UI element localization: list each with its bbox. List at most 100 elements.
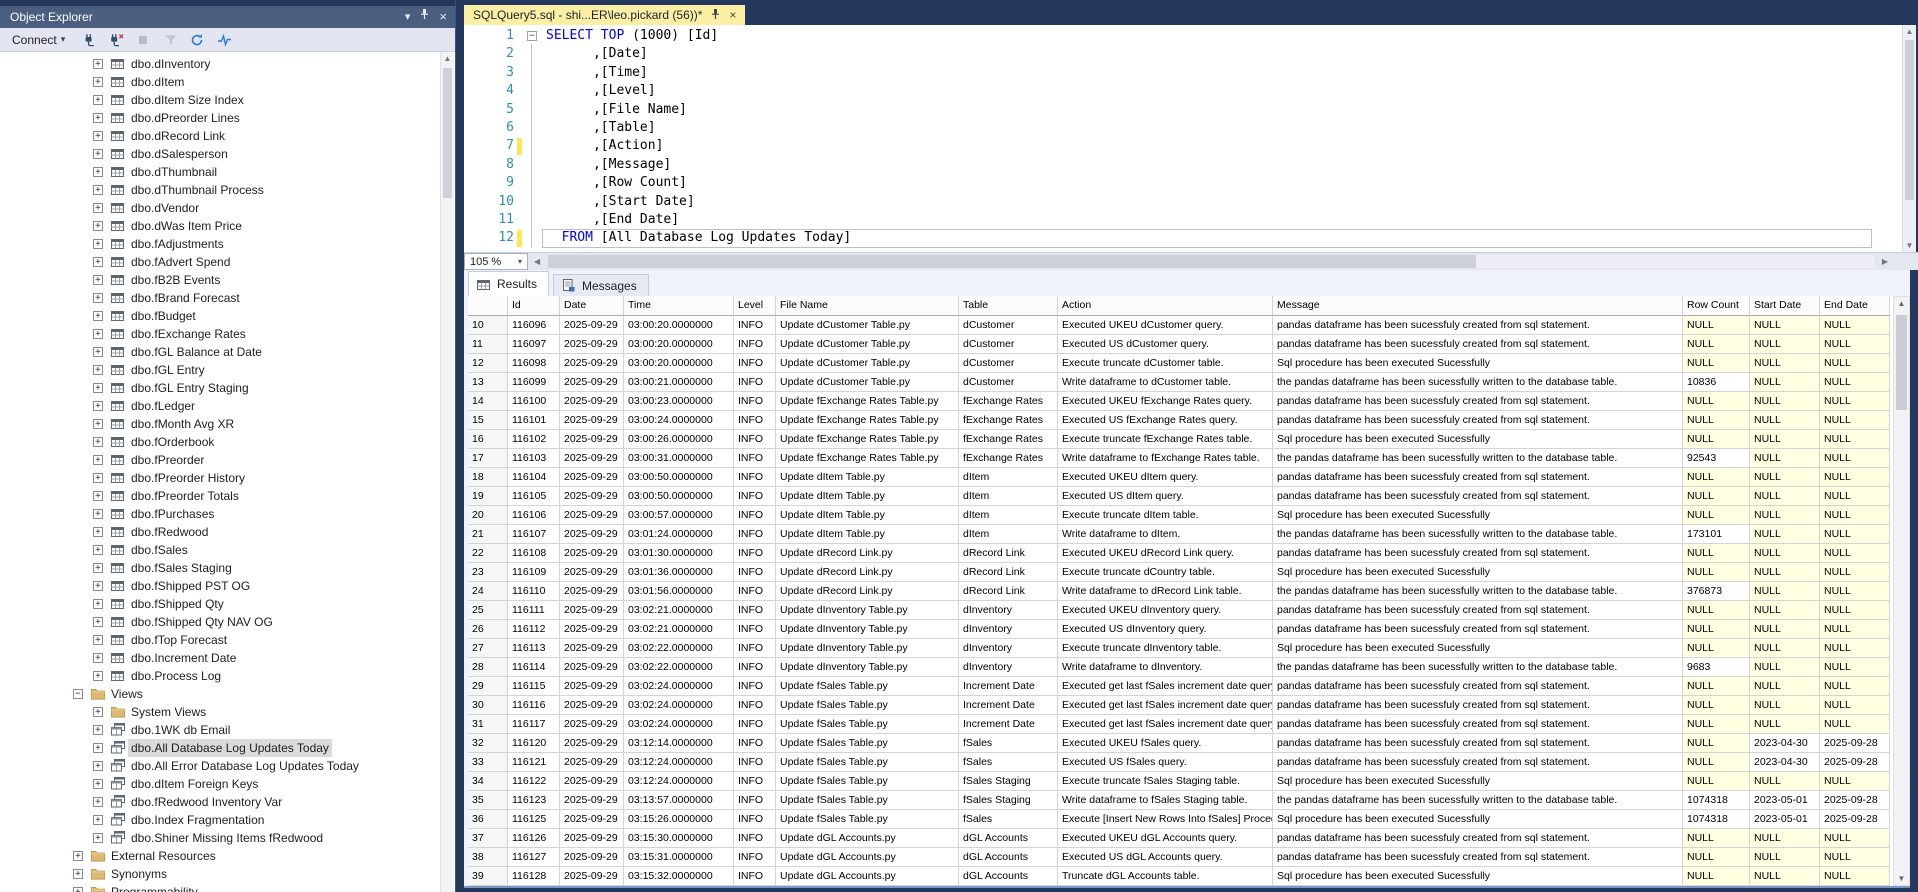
grid-cell[interactable]: 92543 (1683, 449, 1750, 468)
scrollbar-thumb[interactable] (548, 255, 1476, 268)
grid-cell[interactable]: 03:02:22.0000000 (624, 639, 734, 658)
grid-cell[interactable]: 2025-09-28 (1820, 753, 1890, 772)
grid-cell[interactable]: NULL (1750, 354, 1820, 373)
expand-icon[interactable]: + (93, 563, 103, 573)
grid-cell[interactable]: NULL (1683, 563, 1750, 582)
grid-cell[interactable]: NULL (1750, 639, 1820, 658)
grid-cell[interactable]: pandas dataframe has been sucessfuly cre… (1273, 734, 1683, 753)
grid-cell[interactable]: Increment Date (959, 677, 1058, 696)
grid-cell[interactable]: 03:01:36.0000000 (624, 563, 734, 582)
tree-item[interactable]: +dbo.fPreorder (0, 451, 440, 469)
grid-cell[interactable]: 116128 (508, 867, 560, 886)
grid-rownum-cell[interactable]: 26 (468, 620, 508, 639)
grid-cell[interactable]: 116120 (508, 734, 560, 753)
grid-cell[interactable]: the pandas dataframe has been sucessfull… (1273, 525, 1683, 544)
grid-cell[interactable]: pandas dataframe has been sucessfuly cre… (1273, 335, 1683, 354)
grid-cell[interactable]: NULL (1750, 373, 1820, 392)
grid-cell[interactable]: 03:00:50.0000000 (624, 468, 734, 487)
expand-icon[interactable]: + (93, 743, 103, 753)
scrollbar-thumb[interactable] (443, 68, 452, 198)
grid-cell[interactable]: INFO (734, 772, 776, 791)
grid-cell[interactable]: 03:00:26.0000000 (624, 430, 734, 449)
expand-icon[interactable]: + (93, 509, 103, 519)
tree-item[interactable]: +dbo.dPreorder Lines (0, 109, 440, 127)
grid-cell[interactable]: 03:00:20.0000000 (624, 335, 734, 354)
grid-cell[interactable]: Executed US dCustomer query. (1058, 335, 1273, 354)
expand-icon[interactable]: + (93, 455, 103, 465)
code-line[interactable]: 2 ,[Date] (464, 45, 1898, 63)
grid-cell[interactable]: NULL (1683, 601, 1750, 620)
grid-cell[interactable]: INFO (734, 316, 776, 335)
tree-item[interactable]: +Programmability (0, 883, 440, 892)
grid-cell[interactable]: Write dataframe to dCustomer table. (1058, 373, 1273, 392)
grid-cell[interactable]: NULL (1820, 696, 1890, 715)
grid-cell[interactable]: Update fSales Table.py (776, 791, 959, 810)
grid-cell[interactable]: 2025-09-29 (560, 772, 624, 791)
grid-cell[interactable]: dInventory (959, 601, 1058, 620)
grid-cell[interactable]: pandas dataframe has been sucessfuly cre… (1273, 677, 1683, 696)
grid-cell[interactable]: Write dataframe to fSales Staging table. (1058, 791, 1273, 810)
grid-cell[interactable]: 03:15:26.0000000 (624, 810, 734, 829)
grid-rownum-cell[interactable]: 35 (468, 791, 508, 810)
grid-cell[interactable]: pandas dataframe has been sucessfuly cre… (1273, 601, 1683, 620)
grid-cell[interactable]: INFO (734, 867, 776, 886)
grid-cell[interactable]: NULL (1820, 677, 1890, 696)
grid-cell[interactable]: NULL (1820, 620, 1890, 639)
grid-cell[interactable]: NULL (1683, 734, 1750, 753)
grid-cell[interactable]: dItem (959, 468, 1058, 487)
grid-rownum-cell[interactable]: 19 (468, 487, 508, 506)
grid-cell[interactable]: 2025-09-29 (560, 677, 624, 696)
grid-cell[interactable]: 2025-09-29 (560, 582, 624, 601)
tree-item[interactable]: +dbo.fExchange Rates (0, 325, 440, 343)
tree-item[interactable]: +dbo.fBrand Forecast (0, 289, 440, 307)
tree-item[interactable]: +dbo.dThumbnail Process (0, 181, 440, 199)
grid-cell[interactable]: Update dRecord Link.py (776, 544, 959, 563)
grid-cell[interactable]: 2025-09-29 (560, 354, 624, 373)
grid-cell[interactable]: INFO (734, 677, 776, 696)
grid-cell[interactable]: 03:02:24.0000000 (624, 715, 734, 734)
results-tab-messages[interactable]: Messages (553, 274, 649, 296)
grid-cell[interactable]: 2025-09-29 (560, 506, 624, 525)
grid-cell[interactable]: 116102 (508, 430, 560, 449)
grid-header-cell[interactable]: Time (624, 296, 734, 316)
scrollbar-thumb[interactable] (1896, 315, 1907, 410)
grid-cell[interactable]: NULL (1750, 829, 1820, 848)
grid-cell[interactable]: NULL (1750, 544, 1820, 563)
grid-cell[interactable]: 2025-09-29 (560, 639, 624, 658)
grid-cell[interactable]: fSales (959, 810, 1058, 829)
grid-cell[interactable]: NULL (1683, 506, 1750, 525)
grid-cell[interactable]: the pandas dataframe has been sucessfull… (1273, 582, 1683, 601)
grid-cell[interactable]: Execute truncate dCustomer table. (1058, 354, 1273, 373)
grid-cell[interactable]: 2025-09-29 (560, 658, 624, 677)
grid-cell[interactable]: 116121 (508, 753, 560, 772)
grid-cell[interactable]: pandas dataframe has been sucessfuly cre… (1273, 411, 1683, 430)
grid-cell[interactable]: NULL (1750, 411, 1820, 430)
expand-icon[interactable]: + (93, 527, 103, 537)
object-explorer-scrollbar[interactable]: ▲ (440, 52, 454, 892)
grid-header-cell[interactable]: Date (560, 296, 624, 316)
grid-cell[interactable]: NULL (1820, 715, 1890, 734)
expand-icon[interactable]: + (93, 275, 103, 285)
grid-cell[interactable]: dInventory (959, 658, 1058, 677)
scroll-up-icon[interactable]: ▲ (1903, 27, 1916, 36)
grid-cell[interactable]: NULL (1683, 772, 1750, 791)
grid-cell[interactable]: 2023-05-01 (1750, 810, 1820, 829)
grid-cell[interactable]: pandas dataframe has been sucessfuly cre… (1273, 316, 1683, 335)
grid-cell[interactable]: INFO (734, 582, 776, 601)
grid-cell[interactable]: Update dRecord Link.py (776, 563, 959, 582)
tree-item[interactable]: +dbo.fB2B Events (0, 271, 440, 289)
grid-cell[interactable]: Update dInventory Table.py (776, 620, 959, 639)
tree-item[interactable]: +Synonyms (0, 865, 440, 883)
grid-cell[interactable]: pandas dataframe has been sucessfuly cre… (1273, 620, 1683, 639)
editor-hscrollbar[interactable] (548, 255, 1874, 268)
tree-item[interactable]: +dbo.dVendor (0, 199, 440, 217)
tab-pin-icon[interactable] (710, 8, 721, 23)
grid-cell[interactable]: dItem (959, 487, 1058, 506)
grid-rownum-cell[interactable]: 36 (468, 810, 508, 829)
grid-cell[interactable]: Update fSales Table.py (776, 696, 959, 715)
expand-icon[interactable]: + (93, 311, 103, 321)
grid-cell[interactable]: NULL (1820, 449, 1890, 468)
tree-item[interactable]: +dbo.fGL Balance at Date (0, 343, 440, 361)
grid-cell[interactable]: pandas dataframe has been sucessfuly cre… (1273, 544, 1683, 563)
grid-rownum-cell[interactable]: 23 (468, 563, 508, 582)
